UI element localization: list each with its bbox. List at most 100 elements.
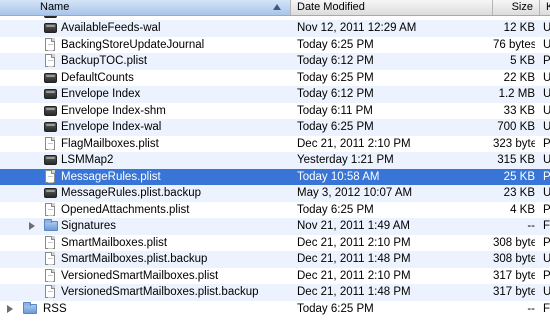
column-header-name[interactable]: Name bbox=[0, 0, 291, 15]
file-row[interactable]: VersionedSmartMailboxes.plist.backup Dec … bbox=[0, 284, 550, 301]
column-header-kind-label: K bbox=[546, 1, 550, 13]
document-icon bbox=[44, 169, 57, 184]
file-name: MessageRules.plist.backup bbox=[61, 187, 201, 199]
file-name: VersionedSmartMailboxes.plist bbox=[61, 269, 219, 282]
file-size: -- bbox=[527, 220, 535, 232]
document-icon bbox=[44, 37, 57, 52]
file-name: VersionedSmartMailboxes.plist.backup bbox=[61, 286, 259, 298]
column-header-kind[interactable]: K bbox=[540, 0, 550, 15]
column-header-date-modified[interactable]: Date Modified bbox=[291, 0, 493, 15]
file-name: SmartMailboxes.plist.backup bbox=[61, 253, 208, 265]
file-date-modified: Dec 21, 2011 1:48 PM bbox=[297, 253, 411, 265]
file-row[interactable]: BackupTOC.plist Today 6:12 PM 5 KB P bbox=[0, 53, 550, 70]
file-row[interactable]: SmartMailboxes.plist Dec 21, 2011 2:10 PM… bbox=[0, 235, 550, 252]
file-date-modified: Today 6:25 PM bbox=[297, 121, 374, 133]
file-row[interactable]: LSMMap2 Yesterday 1:21 PM 315 KB U bbox=[0, 152, 550, 169]
database-icon bbox=[44, 71, 57, 85]
column-header-bar: Name Date Modified Size K bbox=[0, 0, 550, 16]
disclosure-triangle-icon[interactable] bbox=[7, 304, 13, 313]
file-kind: P bbox=[543, 236, 550, 249]
file-name: Envelope Index bbox=[61, 88, 141, 100]
file-size: 317 bytes bbox=[493, 286, 535, 298]
file-row[interactable]: VersionedSmartMailboxes.plist Dec 21, 201… bbox=[0, 268, 550, 285]
file-date-modified: Today 6:11 PM bbox=[297, 104, 373, 117]
file-name: Signatures bbox=[61, 220, 116, 232]
document-icon bbox=[44, 202, 57, 217]
document-icon bbox=[44, 235, 57, 250]
file-name: BackupTOC.plist bbox=[61, 55, 148, 67]
file-date-modified: Nov 12, 2011 12:29 AM bbox=[297, 22, 417, 34]
file-size: -- bbox=[527, 302, 535, 315]
file-row[interactable]: SmartMailboxes.plist.backup Dec 21, 2011 … bbox=[0, 251, 550, 268]
sort-ascending-icon bbox=[273, 4, 281, 10]
file-row[interactable]: MessageRules.plist Today 10:58 AM 25 KB P bbox=[0, 168, 550, 185]
file-row[interactable]: DefaultCounts Today 6:25 PM 22 KB U bbox=[0, 70, 550, 87]
file-size: 12 KB bbox=[503, 22, 535, 34]
column-header-size[interactable]: Size bbox=[493, 0, 540, 15]
file-row[interactable]: Envelope Index-wal Today 6:25 PM 700 KB U bbox=[0, 119, 550, 136]
column-header-name-label: Name bbox=[40, 1, 70, 13]
column-header-date-label: Date Modified bbox=[297, 1, 365, 13]
file-date-modified: Dec 21, 2011 2:10 PM bbox=[297, 137, 411, 150]
file-name: Envelope Index-wal bbox=[61, 121, 162, 133]
database-icon bbox=[44, 104, 57, 118]
file-size: 23 KB bbox=[503, 187, 535, 199]
file-kind: U bbox=[543, 88, 550, 100]
folder-icon bbox=[23, 301, 37, 316]
document-icon bbox=[44, 54, 57, 68]
file-name: SmartMailboxes.plist bbox=[61, 236, 168, 249]
file-name: Envelope Index-shm bbox=[61, 104, 166, 117]
file-kind: F bbox=[543, 302, 550, 315]
file-kind: U bbox=[543, 22, 550, 34]
file-row[interactable]: FlagMailboxes.plist Dec 21, 2011 2:10 PM 3… bbox=[0, 136, 550, 153]
file-date-modified: Yesterday 1:21 PM bbox=[297, 154, 394, 166]
file-size: 33 KB bbox=[503, 104, 535, 117]
file-date-modified: Today 6:25 PM bbox=[297, 203, 374, 216]
disclosure-triangle-icon[interactable] bbox=[29, 222, 35, 230]
file-name: RSS bbox=[43, 302, 67, 315]
file-kind: P bbox=[543, 55, 550, 67]
document-icon bbox=[44, 252, 57, 266]
file-row[interactable]: Envelope Index-shm Today 6:11 PM 33 KB U bbox=[0, 103, 550, 120]
file-date-modified: Dec 21, 2011 2:10 PM bbox=[297, 236, 411, 249]
file-size: 317 bytes bbox=[493, 269, 535, 282]
file-date-modified: Today 6:12 PM bbox=[297, 88, 374, 100]
database-icon bbox=[44, 186, 57, 200]
file-size: 700 KB bbox=[497, 121, 535, 133]
document-icon bbox=[44, 268, 57, 283]
file-name: AvailableFeeds-wal bbox=[61, 22, 161, 34]
document-icon bbox=[44, 136, 57, 151]
file-date-modified: Today 6:25 PM bbox=[297, 71, 374, 84]
file-row[interactable]: BackingStoreUpdateJournal Today 6:25 PM 76… bbox=[0, 37, 550, 54]
file-kind: F bbox=[543, 220, 550, 232]
file-size: 4 KB bbox=[510, 203, 535, 216]
file-kind: U bbox=[543, 38, 550, 51]
file-kind: U bbox=[543, 253, 550, 265]
file-kind: U bbox=[543, 286, 550, 298]
file-kind: P bbox=[543, 137, 550, 150]
file-size: 315 KB bbox=[497, 154, 535, 166]
file-date-modified: Today 10:58 AM bbox=[297, 170, 380, 183]
file-size: 25 KB bbox=[503, 170, 535, 183]
file-kind: U bbox=[543, 187, 550, 199]
file-row[interactable]: Envelope Index Today 6:12 PM 1.2 MB U bbox=[0, 86, 550, 103]
file-date-modified: Dec 21, 2011 1:48 PM bbox=[297, 286, 411, 298]
file-row[interactable]: MessageRules.plist.backup May 3, 2012 10:… bbox=[0, 185, 550, 202]
database-icon bbox=[44, 120, 57, 134]
file-row[interactable]: AvailableFeeds-wal Nov 12, 2011 12:29 AM 1… bbox=[0, 20, 550, 37]
database-icon bbox=[44, 153, 57, 167]
column-header-size-label: Size bbox=[511, 1, 533, 13]
file-name: FlagMailboxes.plist bbox=[61, 137, 159, 150]
file-date-modified: May 3, 2012 10:07 AM bbox=[297, 187, 413, 199]
file-size: 5 KB bbox=[510, 55, 535, 67]
file-date-modified: Today 6:25 PM bbox=[297, 38, 374, 51]
file-name: LSMMap2 bbox=[61, 154, 114, 166]
file-size: 1.2 MB bbox=[498, 88, 535, 100]
file-row[interactable]: OpenedAttachments.plist Today 6:25 PM 4 KB… bbox=[0, 202, 550, 219]
file-size: 308 bytes bbox=[493, 236, 535, 249]
file-name: OpenedAttachments.plist bbox=[61, 203, 190, 216]
file-row[interactable]: RSS Today 6:25 PM -- F bbox=[0, 301, 550, 318]
database-icon bbox=[44, 21, 57, 35]
file-kind: U bbox=[543, 104, 550, 117]
file-row[interactable]: Signatures Nov 21, 2011 1:49 AM -- F bbox=[0, 218, 550, 235]
